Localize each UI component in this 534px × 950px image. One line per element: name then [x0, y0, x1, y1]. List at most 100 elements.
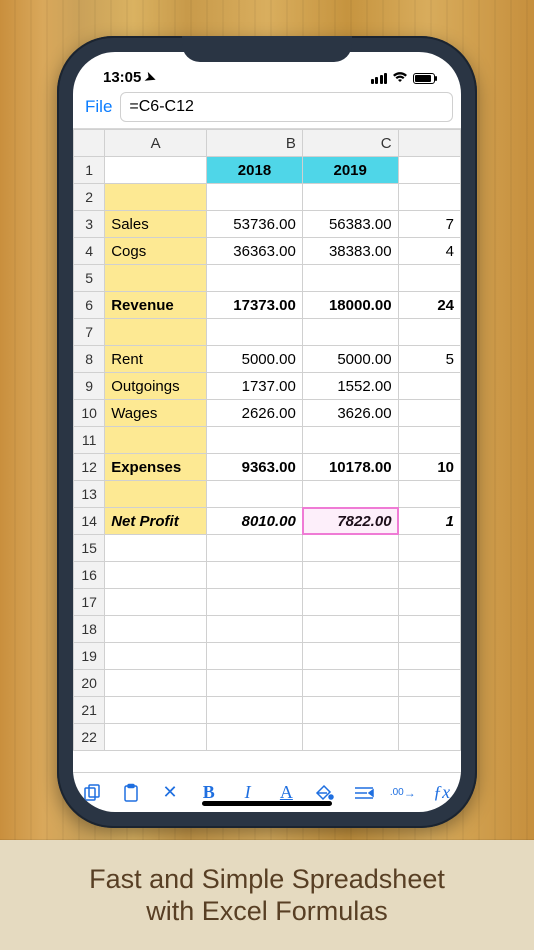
cell-D8[interactable]: 5 — [398, 346, 460, 373]
file-menu-button[interactable]: File — [83, 97, 114, 117]
cell-A21[interactable] — [105, 697, 207, 724]
cell-A4[interactable]: Cogs — [105, 238, 207, 265]
cell-A18[interactable] — [105, 616, 207, 643]
cell-D6[interactable]: 24 — [398, 292, 460, 319]
cell-C4[interactable]: 38383.00 — [302, 238, 398, 265]
cell-C2[interactable] — [302, 184, 398, 211]
col-header-B[interactable]: B — [207, 130, 303, 157]
row-header-7[interactable]: 7 — [74, 319, 105, 346]
row-header-19[interactable]: 19 — [74, 643, 105, 670]
cell-D7[interactable] — [398, 319, 460, 346]
cell-A15[interactable] — [105, 535, 207, 562]
cell-B1[interactable]: 2018 — [207, 157, 303, 184]
cell-D9[interactable] — [398, 373, 460, 400]
cell-D19[interactable] — [398, 643, 460, 670]
cell-C3[interactable]: 56383.00 — [302, 211, 398, 238]
cell-A2[interactable] — [105, 184, 207, 211]
cell-D12[interactable]: 10 — [398, 454, 460, 481]
cell-B11[interactable] — [207, 427, 303, 454]
cell-C1[interactable]: 2019 — [302, 157, 398, 184]
cell-D15[interactable] — [398, 535, 460, 562]
cell-C19[interactable] — [302, 643, 398, 670]
copy-icon[interactable] — [78, 783, 106, 803]
row-header-16[interactable]: 16 — [74, 562, 105, 589]
cell-B4[interactable]: 36363.00 — [207, 238, 303, 265]
col-header-A[interactable]: A — [105, 130, 207, 157]
cell-D22[interactable] — [398, 724, 460, 751]
cell-C6[interactable]: 18000.00 — [302, 292, 398, 319]
row-header-13[interactable]: 13 — [74, 481, 105, 508]
cell-B15[interactable] — [207, 535, 303, 562]
cell-A22[interactable] — [105, 724, 207, 751]
cell-C10[interactable]: 3626.00 — [302, 400, 398, 427]
cell-C17[interactable] — [302, 589, 398, 616]
cell-C20[interactable] — [302, 670, 398, 697]
cell-D3[interactable]: 7 — [398, 211, 460, 238]
row-header-10[interactable]: 10 — [74, 400, 105, 427]
row-header-22[interactable]: 22 — [74, 724, 105, 751]
cell-C12[interactable]: 10178.00 — [302, 454, 398, 481]
cell-B20[interactable] — [207, 670, 303, 697]
formula-icon[interactable]: ƒx — [428, 782, 456, 803]
font-color-icon[interactable]: A — [272, 782, 300, 803]
clear-icon[interactable]: ✕ — [156, 782, 184, 803]
cell-B10[interactable]: 2626.00 — [207, 400, 303, 427]
cell-B5[interactable] — [207, 265, 303, 292]
cell-A16[interactable] — [105, 562, 207, 589]
cell-B16[interactable] — [207, 562, 303, 589]
cell-A7[interactable] — [105, 319, 207, 346]
row-header-8[interactable]: 8 — [74, 346, 105, 373]
row-header-14[interactable]: 14 — [74, 508, 105, 535]
col-header-C[interactable]: C — [302, 130, 398, 157]
cell-B9[interactable]: 1737.00 — [207, 373, 303, 400]
cell-B19[interactable] — [207, 643, 303, 670]
cell-B14[interactable]: 8010.00 — [207, 508, 303, 535]
row-header-1[interactable]: 1 — [74, 157, 105, 184]
cell-C9[interactable]: 1552.00 — [302, 373, 398, 400]
cell-A12[interactable]: Expenses — [105, 454, 207, 481]
row-header-2[interactable]: 2 — [74, 184, 105, 211]
cell-B18[interactable] — [207, 616, 303, 643]
cell-C11[interactable] — [302, 427, 398, 454]
cell-D2[interactable] — [398, 184, 460, 211]
cell-A20[interactable] — [105, 670, 207, 697]
decimals-icon[interactable]: .00→ — [389, 786, 417, 800]
fill-color-icon[interactable] — [311, 783, 339, 803]
cell-D4[interactable]: 4 — [398, 238, 460, 265]
cell-B21[interactable] — [207, 697, 303, 724]
cell-A17[interactable] — [105, 589, 207, 616]
cell-B7[interactable] — [207, 319, 303, 346]
cell-A1[interactable] — [105, 157, 207, 184]
cell-A11[interactable] — [105, 427, 207, 454]
row-header-3[interactable]: 3 — [74, 211, 105, 238]
cell-B22[interactable] — [207, 724, 303, 751]
cell-D20[interactable] — [398, 670, 460, 697]
cell-C22[interactable] — [302, 724, 398, 751]
cell-C14[interactable]: 7822.00 — [302, 508, 398, 535]
cell-D11[interactable] — [398, 427, 460, 454]
align-icon[interactable] — [350, 785, 378, 801]
row-header-17[interactable]: 17 — [74, 589, 105, 616]
cell-B13[interactable] — [207, 481, 303, 508]
row-header-5[interactable]: 5 — [74, 265, 105, 292]
spreadsheet-grid[interactable]: A B C 12018201923Sales53736.0056383.0074… — [73, 129, 461, 772]
cell-C21[interactable] — [302, 697, 398, 724]
cell-A13[interactable] — [105, 481, 207, 508]
row-header-20[interactable]: 20 — [74, 670, 105, 697]
row-header-4[interactable]: 4 — [74, 238, 105, 265]
cell-D14[interactable]: 1 — [398, 508, 460, 535]
home-indicator[interactable] — [202, 801, 332, 806]
cell-D13[interactable] — [398, 481, 460, 508]
cell-A6[interactable]: Revenue — [105, 292, 207, 319]
cell-A9[interactable]: Outgoings — [105, 373, 207, 400]
cell-D18[interactable] — [398, 616, 460, 643]
row-header-18[interactable]: 18 — [74, 616, 105, 643]
cell-D1[interactable] — [398, 157, 460, 184]
cell-B12[interactable]: 9363.00 — [207, 454, 303, 481]
cell-C13[interactable] — [302, 481, 398, 508]
formula-input[interactable]: =C6-C12 — [120, 92, 453, 122]
cell-D17[interactable] — [398, 589, 460, 616]
cell-C18[interactable] — [302, 616, 398, 643]
cell-B6[interactable]: 17373.00 — [207, 292, 303, 319]
cell-D21[interactable] — [398, 697, 460, 724]
